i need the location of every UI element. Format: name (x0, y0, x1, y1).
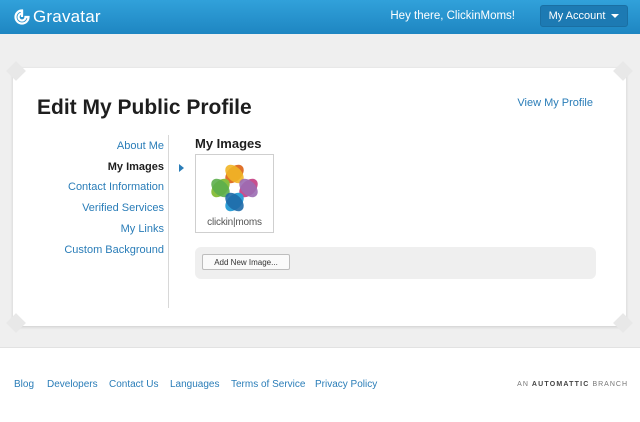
nav-divider (168, 135, 169, 308)
footer-link-developers[interactable]: Developers (47, 379, 98, 390)
brand-name: Gravatar (33, 7, 101, 26)
branch-prefix: AN (517, 381, 529, 388)
footer-link-contact-us[interactable]: Contact Us (109, 379, 158, 390)
automattic-wordmark: AUTOMATTIC (531, 381, 590, 388)
image-caption: clickin|moms (207, 217, 262, 228)
add-new-image-button[interactable]: Add New Image... (202, 254, 290, 270)
sidebar-item-verified-services[interactable]: Verified Services (82, 202, 164, 214)
gravatar-logo[interactable]: Gravatar (14, 6, 101, 28)
image-actions-panel: Add New Image... (195, 247, 596, 279)
sidebar-item-about-me[interactable]: About Me (117, 140, 164, 152)
sidebar-item-contact-information[interactable]: Contact Information (68, 181, 164, 193)
profile-card: Edit My Public Profile View My Profile A… (6, 61, 633, 333)
user-greeting: Hey there, ClickinMoms! (390, 10, 515, 22)
caret-down-icon (611, 14, 620, 18)
footer: Blog Developers Contact Us Languages Ter… (0, 379, 640, 395)
branch-suffix: BRANCH (592, 381, 628, 388)
section-title: My Images (195, 136, 262, 151)
active-arrow-icon (179, 164, 184, 172)
sidebar-item-custom-background[interactable]: Custom Background (64, 244, 164, 256)
view-my-profile-link[interactable]: View My Profile (517, 97, 593, 109)
footer-link-blog[interactable]: Blog (14, 379, 34, 390)
clickinmoms-logo-image (211, 164, 258, 212)
sidebar-item-my-links[interactable]: My Links (121, 223, 164, 235)
page-title: Edit My Public Profile (37, 96, 252, 119)
footer-link-languages[interactable]: Languages (170, 379, 220, 390)
top-navigation-bar: Gravatar Hey there, ClickinMoms! My Acco… (0, 0, 640, 34)
my-account-label: My Account (548, 10, 606, 22)
my-account-button[interactable]: My Account (540, 5, 628, 27)
footer-link-privacy-policy[interactable]: Privacy Policy (315, 379, 377, 390)
automattic-branch-badge[interactable]: AN AUTOMATTIC BRANCH (517, 381, 628, 388)
sidebar-item-my-images[interactable]: My Images (108, 161, 164, 173)
profile-image-thumbnail[interactable]: clickin|moms (195, 154, 274, 233)
footer-link-terms-of-service[interactable]: Terms of Service (231, 379, 305, 390)
gravatar-logo-icon (14, 9, 30, 25)
